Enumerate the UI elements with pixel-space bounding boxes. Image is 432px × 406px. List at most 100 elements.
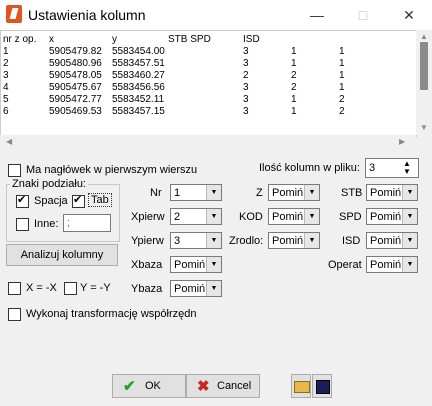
separators-title: Znaki podziału:: [10, 178, 88, 190]
z-label: Z: [256, 187, 263, 199]
ok-button[interactable]: ✔ OK: [112, 374, 186, 398]
isd-select-value: Pomiń: [370, 235, 402, 247]
preview-cell: 5: [3, 94, 9, 105]
nr-select[interactable]: 1 ▼: [170, 184, 222, 201]
spinner-arrows-icon[interactable]: ▲ ▼: [403, 160, 411, 176]
preview-cell: 5905480.96: [49, 58, 102, 69]
close-icon[interactable]: ✕: [386, 0, 432, 30]
column-count-value: 3: [369, 162, 376, 174]
preview-cell: 3: [3, 70, 9, 81]
cancel-button-label: Cancel: [217, 380, 252, 392]
chevron-down-icon: ▼: [402, 185, 417, 200]
scroll-down-icon[interactable]: ▼: [420, 123, 428, 132]
folder-icon: [294, 381, 310, 393]
x-negate-checkbox[interactable]: [8, 282, 21, 295]
other-separator-input[interactable]: ;: [63, 214, 111, 232]
stb-select[interactable]: Pomiń ▼: [366, 184, 418, 201]
preview-cell: 2: [243, 70, 249, 81]
minimize-icon[interactable]: ―: [294, 0, 340, 30]
chevron-down-icon: ▼: [206, 185, 221, 200]
cancel-button[interactable]: ✖ Cancel: [186, 374, 260, 398]
file-preview[interactable]: nr z op. x y STB SPD ISD 1 5905479.82 5583…: [0, 30, 417, 137]
preview-cell: 3: [243, 82, 249, 93]
ybaza-select[interactable]: Pomiń ▼: [170, 280, 222, 297]
ypierw-select[interactable]: 3 ▼: [170, 232, 222, 249]
open-folder-button[interactable]: [291, 374, 311, 398]
kod-select[interactable]: Pomiń ▼: [268, 208, 320, 225]
scroll-right-icon[interactable]: ▶: [399, 137, 405, 146]
xbaza-label: Xbaza: [131, 259, 163, 271]
preview-header-stb-spd: STB SPD: [168, 34, 211, 45]
preview-cell: 1: [339, 70, 345, 81]
transform-checkbox[interactable]: [8, 308, 21, 321]
preview-cell: 5905475.67: [49, 82, 102, 93]
ypierw-select-value: 3: [174, 235, 181, 247]
chevron-down-icon: ▼: [304, 185, 319, 200]
preview-cell: 1: [339, 46, 345, 57]
save-button[interactable]: [312, 374, 332, 398]
floppy-disk-icon: [316, 380, 330, 394]
preview-cell: 5905469.53: [49, 106, 102, 117]
zrodlo-select[interactable]: Pomiń ▼: [268, 232, 320, 249]
window-title: Ustawienia kolumn: [28, 7, 146, 23]
operat-label: Operat: [328, 259, 362, 271]
preview-cell: 2: [3, 58, 9, 69]
scroll-left-icon[interactable]: ◀: [6, 137, 12, 146]
xbaza-select[interactable]: Pomiń ▼: [170, 256, 222, 273]
operat-select-value: Pomiń: [370, 259, 402, 271]
preview-cell: 5583460.27: [112, 70, 165, 81]
z-select[interactable]: Pomiń ▼: [268, 184, 320, 201]
chevron-down-icon: ▼: [304, 209, 319, 224]
chevron-down-icon: ▼: [402, 233, 417, 248]
maximize-icon[interactable]: □: [340, 0, 386, 30]
vertical-scroll-thumb[interactable]: [420, 42, 428, 90]
preview-cell: 1: [291, 94, 297, 105]
chevron-down-icon: ▼: [402, 257, 417, 272]
spd-label: SPD: [339, 211, 362, 223]
preview-cell: 4: [3, 82, 9, 93]
preview-cell: 1: [3, 46, 9, 57]
y-negate-checkbox[interactable]: [64, 282, 77, 295]
chevron-down-icon: ▼: [304, 233, 319, 248]
preview-cell: 1: [291, 106, 297, 117]
preview-cell: 3: [243, 46, 249, 57]
other-checkbox[interactable]: [16, 218, 29, 231]
chevron-down-icon: ▼: [206, 281, 221, 296]
space-checkbox[interactable]: [16, 193, 29, 208]
xbaza-select-value: Pomiń: [174, 259, 206, 271]
ypierw-label: Ypierw: [131, 235, 164, 247]
tab-checkbox[interactable]: [72, 193, 85, 208]
checkmark-icon: ✔: [123, 378, 136, 395]
header-row-checkbox[interactable]: [8, 164, 21, 177]
x-icon: ✖: [197, 378, 210, 395]
xpierw-select[interactable]: 2 ▼: [170, 208, 222, 225]
ok-button-label: OK: [145, 380, 161, 392]
zrodlo-label: Zrodlo:: [229, 235, 264, 247]
header-row-label: Ma nagłówek w pierwszym wierszu: [26, 164, 198, 176]
preview-cell: 2: [339, 106, 345, 117]
preview-cell: 3: [243, 58, 249, 69]
chevron-down-icon: ▼: [206, 257, 221, 272]
chevron-down-icon: ▼: [206, 233, 221, 248]
preview-cell: 1: [339, 82, 345, 93]
isd-select[interactable]: Pomiń ▼: [366, 232, 418, 249]
preview-cell: 1: [339, 58, 345, 69]
preview-cell: 2: [339, 94, 345, 105]
operat-select[interactable]: Pomiń ▼: [366, 256, 418, 273]
transform-label: Wykonaj transformację współrzędn: [26, 308, 197, 320]
nr-label: Nr: [150, 187, 162, 199]
other-separator-value: ;: [67, 217, 71, 229]
nr-select-value: 1: [174, 187, 181, 199]
preview-cell: 5905478.05: [49, 70, 102, 81]
horizontal-scrollbar[interactable]: [0, 135, 416, 149]
preview-header-x: x: [49, 34, 54, 45]
preview-header-y: y: [112, 34, 117, 45]
spd-select[interactable]: Pomiń ▼: [366, 208, 418, 225]
analyze-columns-button[interactable]: Analizuj kolumny: [6, 244, 118, 266]
y-negate-label: Y = -Y: [80, 282, 111, 294]
preview-cell: 5905479.82: [49, 46, 102, 57]
ybaza-label: Ybaza: [131, 283, 163, 295]
column-count-spinner[interactable]: 3 ▲ ▼: [365, 158, 419, 178]
stb-label: STB: [341, 187, 363, 199]
scroll-up-icon[interactable]: ▲: [420, 32, 428, 41]
